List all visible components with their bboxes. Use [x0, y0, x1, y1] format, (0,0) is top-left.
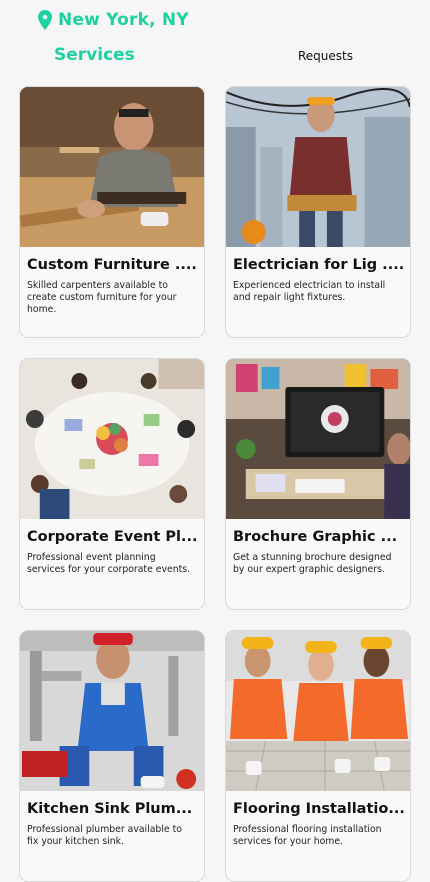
service-title: Corporate Event Pl...: [27, 529, 198, 545]
service-title: Custom Furniture ....: [27, 257, 197, 273]
service-description: Experienced electrician to install and r…: [233, 280, 386, 303]
service-image-flooring: [226, 631, 410, 791]
service-card-brochure-graphic[interactable]: Brochure Graphic ... Get a stunning broc…: [225, 358, 411, 610]
service-title: Electrician for Lig ....: [233, 257, 405, 273]
service-description: Professional flooring installation servi…: [233, 824, 382, 847]
service-title: Flooring Installatio...: [233, 801, 405, 817]
location-header[interactable]: New York, NY: [38, 10, 189, 30]
service-description: Professional plumber available to fix yo…: [27, 824, 182, 847]
service-image-plumber: [20, 631, 204, 791]
service-description: Get a stunning brochure designed by our …: [233, 552, 392, 575]
service-image-graphic-design: [226, 359, 410, 519]
service-card-corporate-event[interactable]: Corporate Event Pl... Professional event…: [19, 358, 205, 610]
location-pin-icon: [38, 10, 52, 30]
tab-requests[interactable]: Requests: [298, 49, 353, 63]
tab-services[interactable]: Services: [54, 45, 135, 65]
service-card-custom-furniture[interactable]: Custom Furniture .... Skilled carpenters…: [19, 86, 205, 338]
location-text: New York, NY: [58, 10, 189, 30]
service-title: Brochure Graphic ...: [233, 529, 398, 545]
tab-bar: Services Requests: [0, 45, 430, 69]
service-card-flooring-installation[interactable]: Flooring Installatio... Professional flo…: [225, 630, 411, 882]
service-description: Professional event planning services for…: [27, 552, 191, 575]
service-card-electrician[interactable]: Electrician for Lig .... Experienced ele…: [225, 86, 411, 338]
service-image-event-planning: [20, 359, 204, 519]
service-card-kitchen-sink-plumbing[interactable]: Kitchen Sink Plum... Professional plumbe…: [19, 630, 205, 882]
service-description: Skilled carpenters available to create c…: [27, 280, 177, 315]
service-image-electrician: [226, 87, 410, 247]
service-image-carpenter: [20, 87, 204, 247]
service-title: Kitchen Sink Plum...: [27, 801, 193, 817]
